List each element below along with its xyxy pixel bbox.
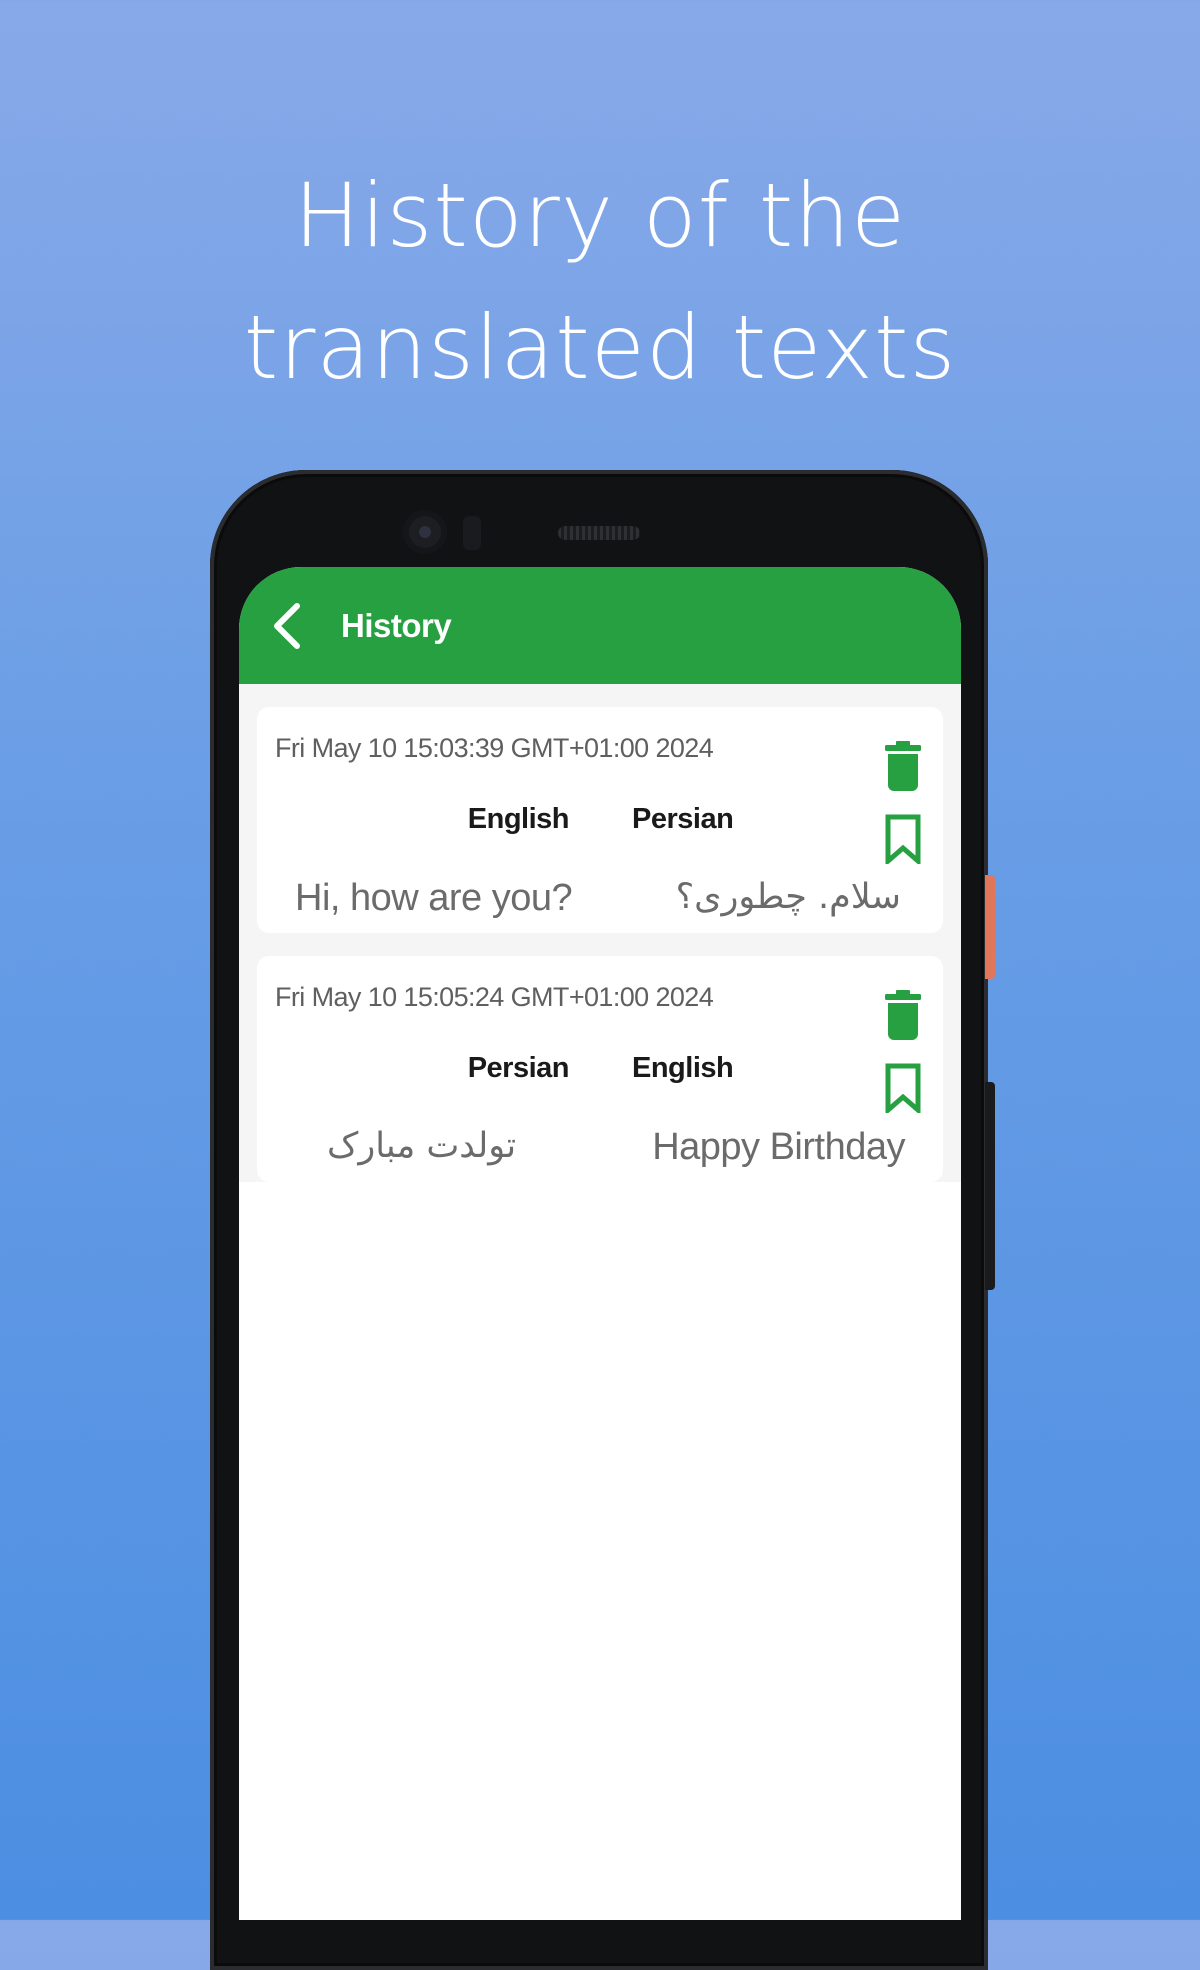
source-language-label: English — [467, 803, 570, 835]
delete-button[interactable] — [881, 988, 925, 1042]
promo-headline: History of the translated texts — [243, 164, 957, 399]
target-language-label: English — [632, 1052, 734, 1084]
delete-button[interactable] — [881, 739, 925, 793]
history-timestamp: Fri May 10 15:03:39 GMT+01:00 2024 — [275, 733, 714, 763]
bookmark-button[interactable] — [881, 1061, 925, 1115]
history-timestamp: Fri May 10 15:05:24 GMT+01:00 2024 — [275, 982, 714, 1012]
trash-icon — [885, 741, 921, 791]
phone-power-button — [985, 875, 995, 979]
phone-volume-button — [985, 1082, 995, 1290]
app-screen: History Fri May 10 15:03:39 GMT+01:00 20… — [239, 567, 961, 1920]
target-text: سلام. چطوری؟ — [675, 877, 902, 917]
history-item[interactable]: Fri May 10 15:03:39 GMT+01:00 2024 Engli… — [257, 707, 943, 933]
bookmark-icon — [885, 814, 921, 864]
chevron-left-icon — [274, 602, 300, 649]
back-button[interactable] — [257, 596, 317, 656]
bookmark-icon — [885, 1063, 921, 1113]
source-text: تولدت مبارک — [327, 1126, 517, 1166]
app-bar: History — [239, 567, 961, 684]
target-text: Happy Birthday — [652, 1126, 905, 1168]
target-language-label: Persian — [632, 803, 734, 835]
history-list: Fri May 10 15:03:39 GMT+01:00 2024 Engli… — [239, 684, 961, 1182]
bookmark-button[interactable] — [881, 812, 925, 866]
earpiece-speaker — [558, 526, 640, 540]
proximity-sensor — [463, 516, 481, 550]
trash-icon — [885, 990, 921, 1040]
source-language-label: Persian — [467, 1052, 570, 1084]
page-title: History — [341, 606, 452, 644]
front-camera-icon — [403, 510, 447, 554]
history-item[interactable]: Fri May 10 15:05:24 GMT+01:00 2024 Persi… — [257, 956, 943, 1182]
source-text: Hi, how are you? — [295, 877, 573, 919]
